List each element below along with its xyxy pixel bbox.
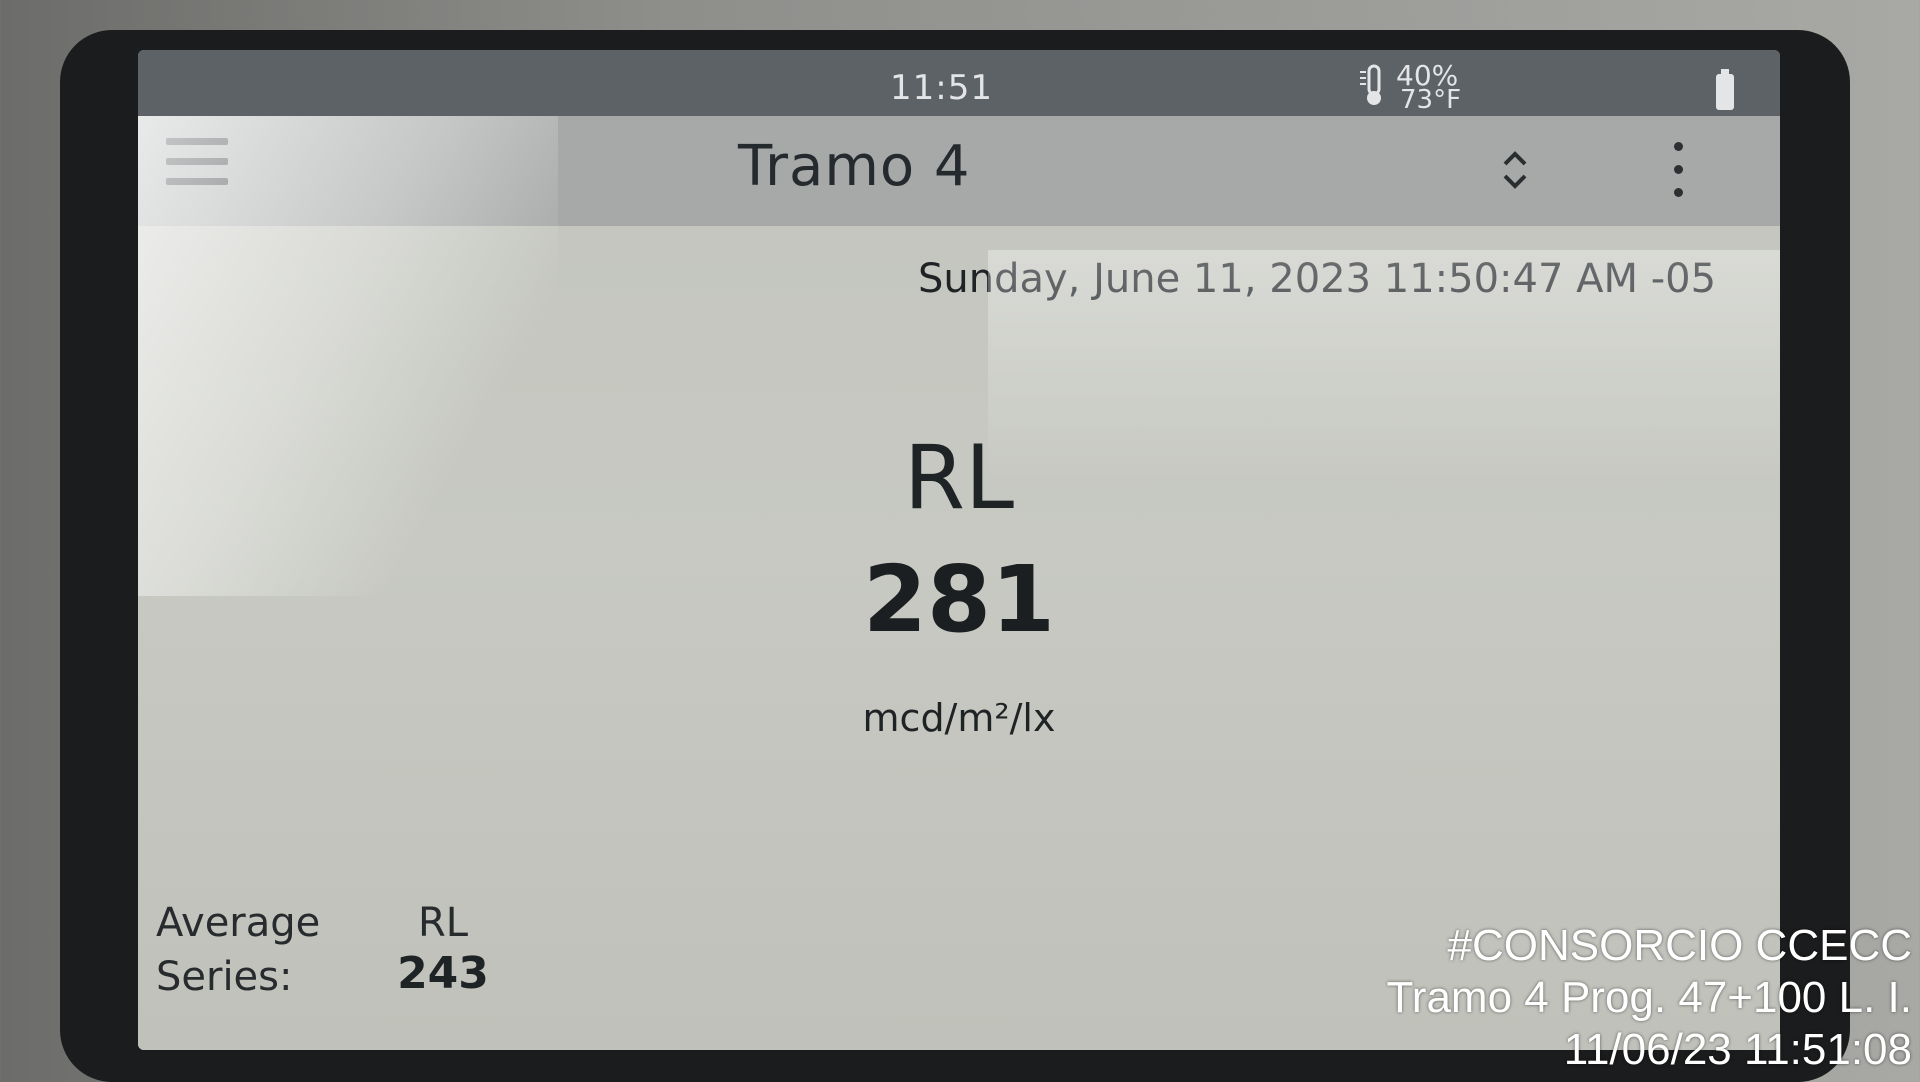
app-bar: Tramo 4 bbox=[138, 116, 1780, 226]
watermark-line3: 11/06/23 11:51:08 bbox=[1563, 1025, 1912, 1074]
average-series-label: Average Series: bbox=[156, 896, 320, 1004]
thermometer-icon bbox=[1360, 64, 1381, 105]
average-value: 243 bbox=[397, 948, 489, 999]
metric-unit: mcd/m²/lx bbox=[862, 696, 1056, 740]
metric-label: RL bbox=[903, 426, 1015, 529]
metric-value: 281 bbox=[862, 546, 1056, 653]
photo-watermark: #CONSORCIO CCECC Tramo 4 Prog. 47+100 L.… bbox=[1387, 920, 1912, 1076]
selector-chevrons-icon bbox=[1503, 151, 1527, 189]
average-label-line1: Average bbox=[156, 900, 321, 946]
battery-icon bbox=[1716, 69, 1734, 110]
watermark-line1: #CONSORCIO CCECC bbox=[1447, 921, 1913, 970]
up-down-chevron-icon[interactable] bbox=[1498, 148, 1532, 192]
watermark-line2: Tramo 4 Prog. 47+100 L. I. bbox=[1386, 973, 1912, 1022]
status-bar: 11:51 40% 73°F bbox=[138, 50, 1780, 116]
hamburger-menu-icon[interactable] bbox=[166, 138, 230, 200]
measurement-timestamp: Sunday, June 11, 2023 11:50:47 AM -05 bbox=[918, 256, 1717, 302]
status-temperature: 73°F bbox=[1400, 85, 1462, 115]
average-label-line2: Series: bbox=[156, 954, 293, 1000]
status-time: 11:51 bbox=[890, 68, 993, 108]
average-metric-label: RL bbox=[417, 900, 469, 946]
device-screen: 11:51 40% 73°F Tramo 4 Sunday, June 11, … bbox=[138, 50, 1780, 1050]
app-title[interactable]: Tramo 4 bbox=[738, 134, 971, 199]
vertical-dots-icon[interactable] bbox=[1668, 142, 1688, 208]
